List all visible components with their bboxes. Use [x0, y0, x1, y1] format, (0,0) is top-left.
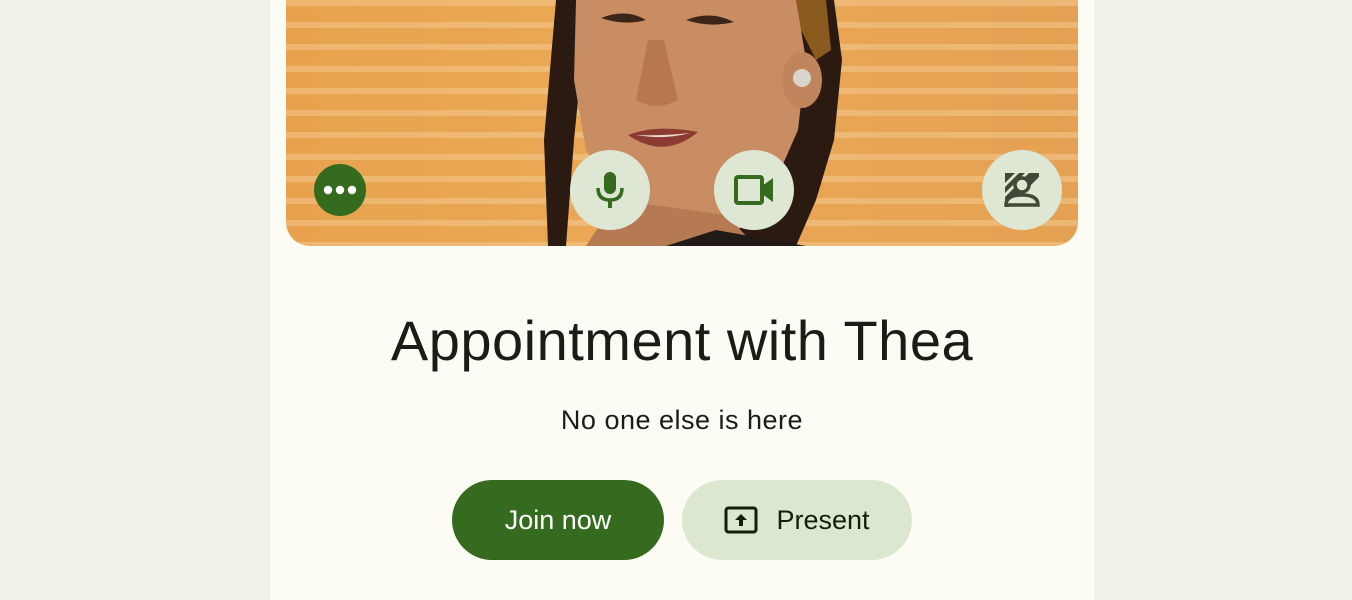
- meeting-panel: Appointment with Thea No one else is her…: [270, 0, 1094, 600]
- camera-toggle-button[interactable]: [714, 150, 794, 230]
- mic-icon: [596, 172, 624, 208]
- videocam-icon: [734, 175, 773, 205]
- more-horiz-icon: [323, 185, 357, 195]
- present-label: Present: [776, 504, 870, 535]
- more-options-button[interactable]: [314, 164, 366, 216]
- present-to-all-icon: [724, 506, 758, 534]
- join-now-button[interactable]: Join now: [452, 480, 664, 560]
- present-button[interactable]: Present: [682, 480, 912, 560]
- meeting-title: Appointment with Thea: [390, 309, 974, 372]
- participant-video-image: [544, 0, 842, 246]
- background-effects-button[interactable]: [982, 150, 1062, 230]
- self-video-preview: [286, 0, 1078, 246]
- background-blur-icon: [1004, 173, 1040, 207]
- microphone-toggle-button[interactable]: [570, 150, 650, 230]
- join-now-label: Join now: [504, 504, 612, 535]
- participants-status: No one else is here: [560, 405, 804, 435]
